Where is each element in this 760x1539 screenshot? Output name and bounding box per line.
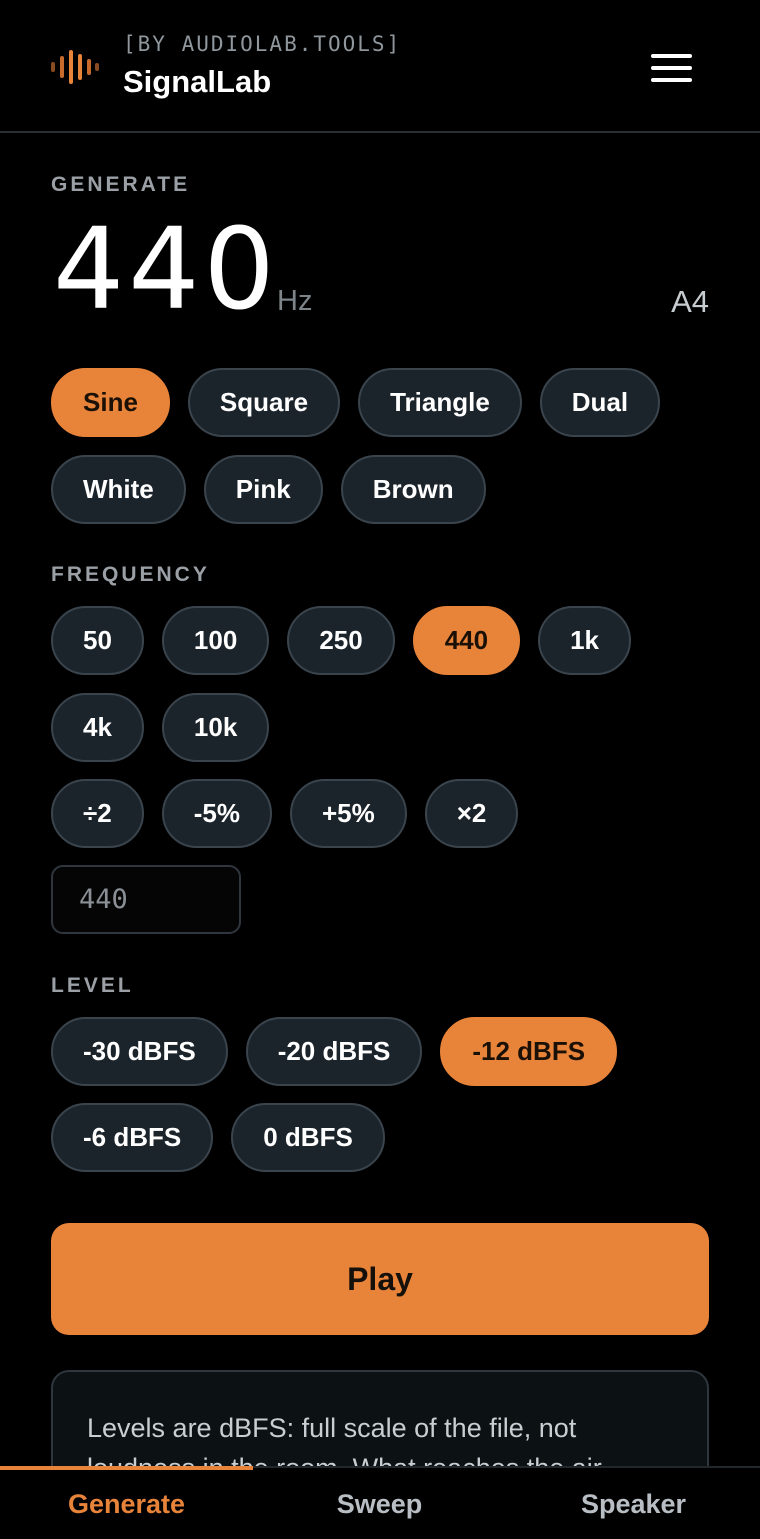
level-section-label: LEVEL xyxy=(51,974,134,997)
app-title: SignalLab xyxy=(123,64,272,99)
note-name: A4 xyxy=(671,284,709,319)
double-frequency-button[interactable]: ×2 xyxy=(424,779,519,848)
level-chip[interactable]: 0 dBFS xyxy=(231,1103,385,1172)
freq-preset-chip[interactable]: 100 xyxy=(161,606,270,675)
freq-preset-chip[interactable]: 10k xyxy=(161,693,270,762)
waveform-chips: Sine Square Triangle Dual xyxy=(51,368,661,437)
generate-section-label: GENERATE xyxy=(51,173,191,196)
freq-preset-chip-selected[interactable]: 440 xyxy=(412,606,521,675)
plus-5-percent-button[interactable]: +5% xyxy=(289,779,407,848)
noise-brown-chip[interactable]: Brown xyxy=(340,455,486,524)
level-chips-2: -6 dBFS 0 dBFS xyxy=(51,1103,385,1172)
minus-5-percent-button[interactable]: -5% xyxy=(161,779,272,848)
hamburger-menu-icon[interactable] xyxy=(644,48,698,88)
freq-preset-chip[interactable]: 4k xyxy=(51,693,144,762)
frequency-unit: Hz xyxy=(277,285,313,317)
tab-generate[interactable]: Generate xyxy=(0,1468,253,1539)
level-chip[interactable]: -30 dBFS xyxy=(51,1017,228,1086)
level-chips: -30 dBFS -20 dBFS -12 dBFS xyxy=(51,1017,618,1086)
frequency-readout: 440 xyxy=(53,205,279,335)
noise-chips: White Pink Brown xyxy=(51,455,486,524)
signallab-page: [BY AUDIOLAB.TOOLS] SignalLab GENERATE 4… xyxy=(0,0,760,1539)
app-header: [BY AUDIOLAB.TOOLS] SignalLab xyxy=(0,0,760,133)
freq-preset-chip[interactable]: 250 xyxy=(287,606,395,675)
level-chip[interactable]: -6 dBFS xyxy=(51,1103,214,1172)
frequency-preset-chips-2: 4k 10k xyxy=(51,693,270,762)
play-button[interactable]: Play xyxy=(51,1223,709,1335)
waveform-square-chip[interactable]: Square xyxy=(187,368,341,437)
level-chip[interactable]: -20 dBFS xyxy=(245,1017,423,1086)
brand-subtitle: [BY AUDIOLAB.TOOLS] xyxy=(123,32,402,56)
noise-pink-chip[interactable]: Pink xyxy=(203,455,323,524)
tab-sweep[interactable]: Sweep xyxy=(253,1468,506,1539)
waveform-logo-icon xyxy=(51,50,99,84)
freq-preset-chip[interactable]: 1k xyxy=(538,606,632,675)
waveform-dual-chip[interactable]: Dual xyxy=(539,368,661,437)
frequency-input[interactable] xyxy=(51,865,241,934)
waveform-sine-chip[interactable]: Sine xyxy=(51,368,170,437)
tab-speaker[interactable]: Speaker xyxy=(507,1468,760,1539)
noise-white-chip[interactable]: White xyxy=(51,455,186,524)
level-chip-selected[interactable]: -12 dBFS xyxy=(440,1017,618,1086)
freq-preset-chip[interactable]: 50 xyxy=(51,606,144,675)
frequency-preset-chips: 50 100 250 440 1k xyxy=(51,606,632,675)
frequency-adjust-chips: ÷2 -5% +5% ×2 xyxy=(51,779,519,848)
bottom-tab-bar: Generate Sweep Speaker xyxy=(0,1466,760,1539)
waveform-triangle-chip[interactable]: Triangle xyxy=(358,368,522,437)
frequency-section-label: FREQUENCY xyxy=(51,563,210,586)
halve-frequency-button[interactable]: ÷2 xyxy=(51,779,144,848)
